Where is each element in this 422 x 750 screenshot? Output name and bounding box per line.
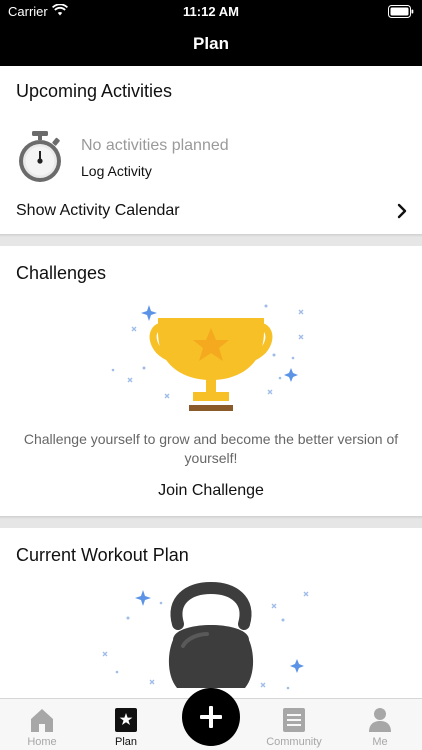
challenge-description: Challenge yourself to grow and become th… — [23, 431, 399, 466]
profile-icon — [369, 708, 391, 732]
tab-label: Community — [266, 736, 322, 748]
plan-icon — [115, 708, 137, 732]
clock: 11:12 AM — [183, 4, 239, 19]
battery-icon — [388, 5, 414, 18]
home-icon — [31, 709, 53, 732]
log-activity-button[interactable]: Log Activity — [81, 163, 152, 179]
plus-icon — [200, 706, 222, 728]
show-activity-calendar-link[interactable]: Show Activity Calendar — [16, 202, 180, 220]
trophy-illustration — [111, 304, 304, 411]
tab-me[interactable]: Me — [338, 699, 422, 750]
section-divider — [0, 516, 422, 528]
tab-community[interactable]: Community — [252, 699, 336, 750]
kettlebell-illustration — [102, 581, 309, 690]
section-divider — [0, 234, 422, 246]
status-bar: Carrier 11:12 AM — [0, 0, 422, 24]
challenges-title: Challenges — [16, 263, 107, 283]
community-icon — [283, 708, 305, 732]
upcoming-activities-title: Upcoming Activities — [16, 81, 173, 101]
tab-plan[interactable]: Plan — [84, 699, 168, 750]
stopwatch-icon — [19, 131, 61, 182]
tab-label: Home — [27, 736, 57, 748]
navigation-bar: Plan — [0, 24, 422, 66]
join-challenge-button[interactable]: Join Challenge — [0, 482, 422, 500]
tab-home[interactable]: Home — [0, 699, 84, 750]
page-title: Plan — [193, 34, 229, 53]
chevron-right-icon[interactable] — [397, 203, 407, 219]
add-button[interactable] — [182, 688, 240, 746]
empty-activities-text: No activities planned — [81, 137, 229, 154]
tab-label: Me — [372, 736, 388, 748]
current-workout-plan-title: Current Workout Plan — [16, 545, 189, 565]
tab-label: Plan — [114, 736, 138, 748]
